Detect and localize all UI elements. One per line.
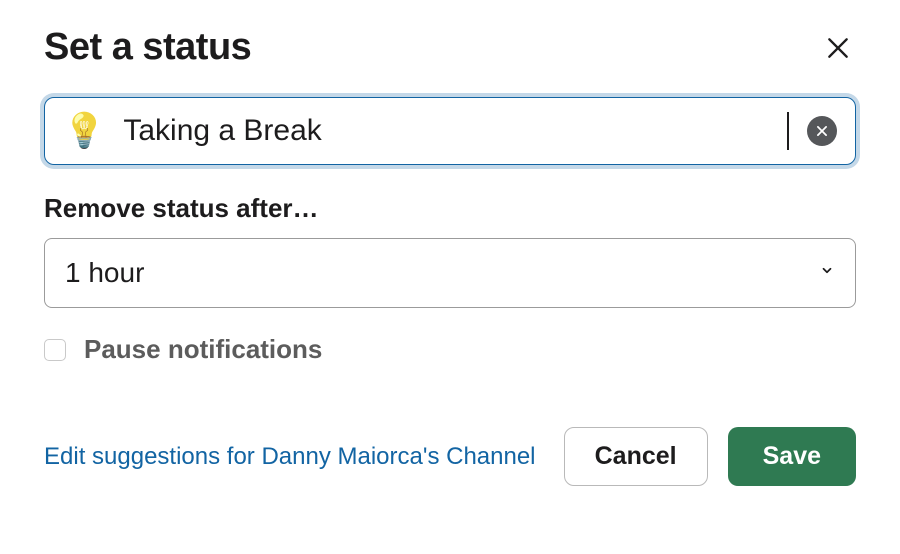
dialog-title: Set a status xyxy=(44,26,251,69)
dialog-header: Set a status xyxy=(44,26,856,69)
clear-status-button[interactable] xyxy=(807,116,837,146)
footer-buttons: Cancel Save xyxy=(564,427,856,486)
save-button[interactable]: Save xyxy=(728,427,856,486)
cancel-button[interactable]: Cancel xyxy=(564,427,708,486)
pause-notifications-row: Pause notifications xyxy=(44,334,856,365)
close-button[interactable] xyxy=(820,30,856,66)
pause-notifications-checkbox[interactable] xyxy=(44,339,66,361)
status-input-container[interactable]: 💡 xyxy=(44,97,856,165)
set-status-dialog: Set a status 💡 Remove status after… 1 ho… xyxy=(0,0,900,516)
remove-after-selected-value: 1 hour xyxy=(65,257,144,289)
remove-after-label: Remove status after… xyxy=(44,193,856,224)
status-text-input[interactable] xyxy=(123,112,789,150)
pause-notifications-label: Pause notifications xyxy=(84,334,322,365)
dialog-footer: Edit suggestions for Danny Maiorca's Cha… xyxy=(44,427,856,486)
x-icon xyxy=(815,124,829,138)
remove-after-select-wrap: 1 hour xyxy=(44,238,856,308)
edit-suggestions-link[interactable]: Edit suggestions for Danny Maiorca's Cha… xyxy=(44,443,536,471)
close-icon xyxy=(825,35,851,61)
remove-after-select[interactable]: 1 hour xyxy=(44,238,856,308)
lightbulb-icon[interactable]: 💡 xyxy=(63,114,105,148)
